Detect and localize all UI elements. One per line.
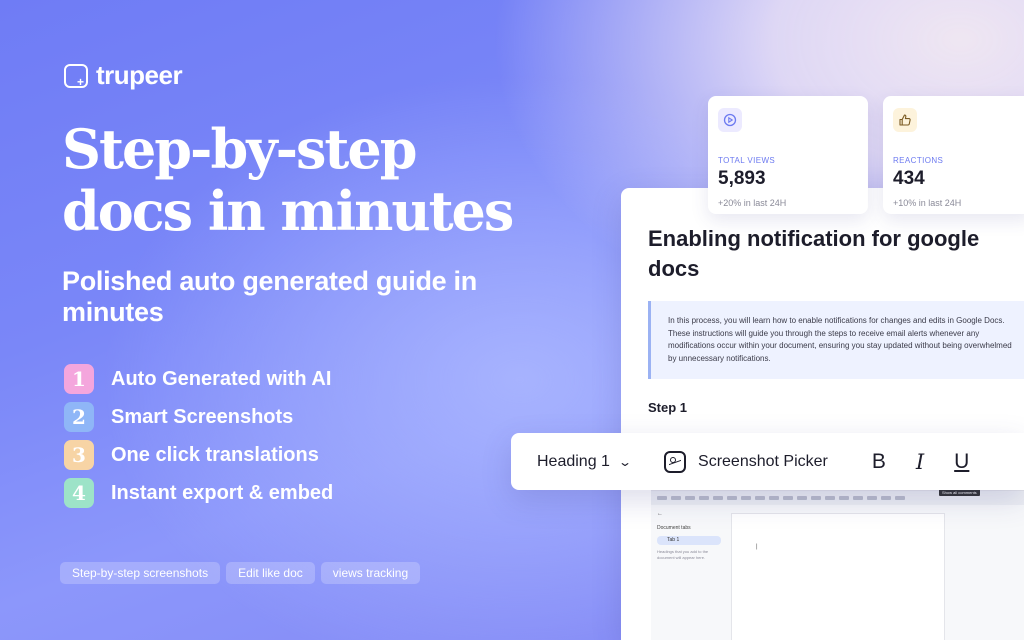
screenshot-hint: Headings that you add to the document wi…: [657, 549, 709, 560]
play-circle-icon: [718, 108, 742, 132]
text-caret: |: [756, 544, 758, 550]
brand-logo: trupeer: [64, 60, 183, 91]
feature-number-badge: 2: [64, 402, 94, 432]
screenshot-tooltip: Show all comments: [939, 489, 980, 496]
screenshot-page: |: [731, 513, 945, 640]
tag-edit: Edit like doc: [226, 562, 315, 584]
tag-views: views tracking: [320, 562, 421, 584]
feature-label: One click translations: [111, 443, 319, 466]
doc-step-heading: Step 1: [648, 400, 688, 415]
thumbs-up-icon: [893, 108, 917, 132]
stat-label: REACTIONS: [893, 156, 944, 165]
feature-item: 1 Auto Generated with AI: [64, 360, 333, 398]
stat-change: +20% in last 24H: [718, 198, 787, 208]
screenshot-picker-label: Screenshot Picker: [698, 452, 828, 470]
screenshot-picker-button[interactable]: Screenshot Picker: [664, 450, 828, 473]
feature-list: 1 Auto Generated with AI 2 Smart Screens…: [64, 360, 333, 512]
hero-subhead: Polished auto generated guide in minutes: [62, 266, 477, 327]
back-arrow-icon: ←: [657, 511, 663, 517]
stat-value: 5,893: [718, 168, 766, 189]
stat-card-views: TOTAL VIEWS 5,893 +20% in last 24H: [708, 96, 868, 214]
screenshot-sidebar: ← Document tabs Tab 1 Headings that you …: [651, 505, 727, 640]
text-format-group: B I U: [872, 450, 969, 474]
feature-label: Instant export & embed: [111, 481, 334, 504]
feature-item: 3 One click translations: [64, 436, 333, 474]
feature-number-badge: 4: [64, 478, 94, 508]
screenshot-tab: Tab 1: [657, 536, 721, 545]
feature-tags: Step-by-step screenshots Edit like doc v…: [60, 562, 421, 584]
feature-number-badge: 3: [64, 440, 94, 470]
editor-toolbar: Heading 1 ⌄ Screenshot Picker B I U: [511, 433, 1024, 490]
heading-style-label: Heading 1: [537, 452, 610, 470]
feature-item: 2 Smart Screenshots: [64, 398, 333, 436]
feature-number-badge: 1: [64, 364, 94, 394]
doc-title: Enabling notification for google docs: [648, 226, 980, 281]
underline-button[interactable]: U: [954, 450, 969, 474]
screenshot-sidebar-title: Document tabs: [657, 525, 691, 531]
hero-headline: Step-by-step docs in minutes: [62, 117, 514, 243]
feature-label: Smart Screenshots: [111, 405, 294, 428]
image-sparkle-icon: [664, 450, 687, 473]
bold-button[interactable]: B: [872, 450, 886, 474]
italic-button[interactable]: I: [916, 450, 924, 474]
document-preview: Enabling notification for google docs In…: [621, 188, 1024, 640]
stat-value: 434: [893, 168, 925, 189]
heading-style-dropdown[interactable]: Heading 1 ⌄: [537, 452, 633, 471]
stat-card-reactions: REACTIONS 434 +10% in last 24H: [883, 96, 1024, 214]
stat-change: +10% in last 24H: [893, 198, 962, 208]
stat-label: TOTAL VIEWS: [718, 156, 776, 165]
feature-label: Auto Generated with AI: [111, 367, 332, 390]
doc-screenshot: Show all comments ← Document tabs Tab 1 …: [651, 489, 1024, 640]
doc-intro-callout: In this process, you will learn how to e…: [648, 301, 1024, 379]
feature-item: 4 Instant export & embed: [64, 474, 333, 512]
tag-screenshots: Step-by-step screenshots: [60, 562, 221, 584]
brand-name: trupeer: [96, 60, 183, 90]
logo-icon: [64, 63, 88, 89]
chevron-down-icon: ⌄: [617, 454, 633, 469]
